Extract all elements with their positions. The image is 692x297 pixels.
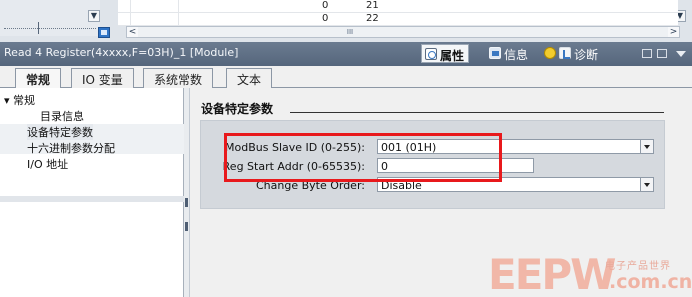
column-divider xyxy=(178,0,179,26)
table-cell: 22 xyxy=(366,13,379,24)
scroll-left-icon[interactable]: < xyxy=(127,27,138,37)
watermark-chinese: 电子产品世界 xyxy=(605,261,671,272)
data-table: 0 21 0 22 xyxy=(118,0,678,26)
ruler-ticks xyxy=(4,28,96,34)
tab-properties[interactable]: 属性 xyxy=(421,44,470,63)
table-row[interactable]: 0 22 xyxy=(118,13,678,26)
panel-menu-icon[interactable] xyxy=(676,51,686,57)
tree-group-label: 常规 xyxy=(13,94,36,107)
ruler-needle[interactable] xyxy=(38,22,39,34)
chevron-down-icon[interactable]: ▼ xyxy=(88,10,100,22)
table-row[interactable]: 0 21 xyxy=(118,0,678,13)
tab-properties-label: 属性 xyxy=(440,49,465,63)
table-cell: 0 xyxy=(322,13,329,24)
properties-icon xyxy=(425,48,437,60)
section-title: 设备特定参数 xyxy=(201,102,274,116)
restore-icon[interactable] xyxy=(642,49,652,58)
info-icon xyxy=(489,47,501,59)
diagnostics-icon xyxy=(559,47,571,59)
tree-item-io-address[interactable]: I/O 地址 xyxy=(27,156,68,172)
tree-group-general[interactable]: ▾ 常规 xyxy=(4,92,35,108)
expand-arrow-icon[interactable]: ▾ xyxy=(4,94,10,107)
zoom-ruler[interactable] xyxy=(0,0,100,36)
monitor-icon[interactable] xyxy=(98,27,110,38)
navigation-tree: ▾ 常规 目录信息 设备特定参数 十六进制参数分配 I/O 地址 xyxy=(0,88,184,297)
tab-system-constants[interactable]: 系统常数 xyxy=(143,68,214,88)
tab-diagnostics[interactable]: 诊断 xyxy=(556,44,602,63)
tab-io-variables[interactable]: IO 变量 xyxy=(71,68,134,88)
tab-diagnostics-label: 诊断 xyxy=(574,48,599,62)
tab-bar: 常规 IO 变量 系统常数 文本 xyxy=(0,66,692,89)
chevron-down-icon[interactable] xyxy=(640,139,654,154)
table-cell: 0 xyxy=(322,0,329,11)
table-cell: 21 xyxy=(366,0,379,11)
tab-text[interactable]: 文本 xyxy=(226,68,273,88)
splitter-grip xyxy=(185,222,188,231)
app-window: ▼ ▼ 0 21 0 22 < III > Read 4 Register(4x… xyxy=(0,0,692,297)
lightbulb-icon xyxy=(544,47,556,59)
section-divider xyxy=(290,112,664,113)
module-title: Read 4 Register(4xxxx,F=03H)_1 [Module] xyxy=(4,46,239,59)
highlight-box xyxy=(224,133,502,182)
scroll-thumb[interactable]: III xyxy=(337,29,363,36)
chevron-down-icon[interactable] xyxy=(640,177,654,192)
column-divider xyxy=(130,0,131,26)
tree-item-catalog[interactable]: 目录信息 xyxy=(40,108,84,124)
splitter-grip xyxy=(185,198,188,207)
table-view-strip: ▼ ▼ 0 21 0 22 < III > xyxy=(0,0,692,42)
tab-general[interactable]: 常规 xyxy=(15,68,62,89)
tab-info-label: 信息 xyxy=(504,48,529,62)
tree-item-device-params[interactable]: 设备特定参数 xyxy=(27,124,93,140)
tab-info[interactable]: 信息 xyxy=(486,44,532,63)
watermark-brand: EEPW xyxy=(488,250,616,297)
tree-item-hex-params[interactable]: 十六进制参数分配 xyxy=(27,140,115,156)
scroll-right-icon[interactable]: > xyxy=(668,27,679,37)
horizontal-scrollbar[interactable]: < III > xyxy=(126,26,680,38)
maximize-icon[interactable] xyxy=(657,49,667,58)
watermark-domain: .com.cn xyxy=(609,271,692,293)
module-title-bar: Read 4 Register(4xxxx,F=03H)_1 [Module] … xyxy=(0,42,692,66)
tree-divider xyxy=(0,196,184,202)
